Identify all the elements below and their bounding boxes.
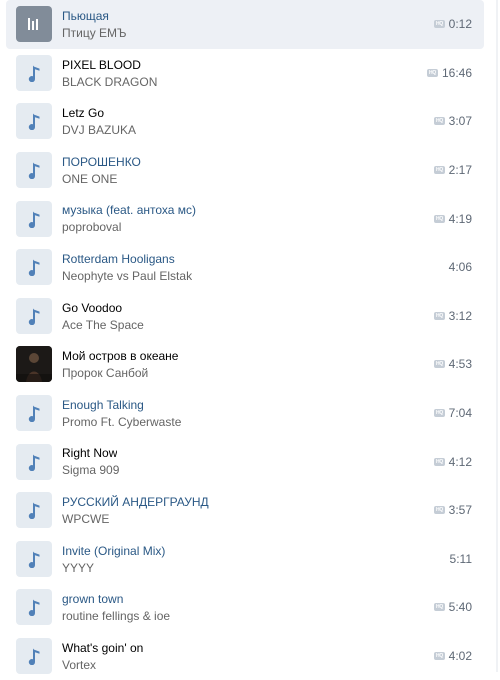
track-artist[interactable]: poproboval <box>62 220 121 235</box>
playing-bars-icon[interactable] <box>16 6 52 43</box>
track-title[interactable]: What's goin' on <box>62 641 143 656</box>
track-row[interactable]: Invite (Original Mix) YYYY 5:11 <box>6 535 484 584</box>
audio-track-list: Пьющая Птицу ЕМЪ 0:12 HQ PIXEL BLOOD BLACK DR… <box>6 0 484 680</box>
track-duration: 4:19 <box>448 211 472 226</box>
track-row[interactable]: grown town routine fellings & ioe 5:40 HQ <box>6 583 484 632</box>
track-row[interactable]: What's goin' on Vortex 4:02 HQ <box>6 632 484 680</box>
track-duration: 2:17 <box>448 163 472 178</box>
track-artist[interactable]: DVJ BAZUKA <box>62 123 136 138</box>
track-duration: 3:07 <box>448 114 472 129</box>
track-duration: 5:11 <box>449 551 472 566</box>
track-artist[interactable]: ONE ONE <box>62 172 117 187</box>
hq-badge-icon: HQ <box>434 214 445 223</box>
hq-badge-icon: HQ <box>434 360 445 369</box>
hq-badge-icon: HQ <box>434 166 445 175</box>
track-artist[interactable]: Птицу ЕМЪ <box>62 26 127 41</box>
track-row[interactable]: Go Voodoo Ace The Space 3:12 HQ <box>6 292 484 341</box>
music-note-icon[interactable] <box>16 638 52 675</box>
track-duration: 16:46 <box>441 65 472 80</box>
track-title[interactable]: Мой остров в океане <box>62 349 178 364</box>
music-note-icon[interactable] <box>16 103 52 140</box>
track-row[interactable]: Мой остров в океане Пророк Санбой 4:53 HQ <box>6 340 484 389</box>
track-row[interactable]: РУССКИЙ АНДЕРГРАУНД WPCWE 3:57 HQ <box>6 486 484 535</box>
track-title[interactable]: Letz Go <box>62 106 104 121</box>
track-duration: 3:57 <box>448 503 472 518</box>
hq-badge-icon: HQ <box>434 20 445 29</box>
track-duration: 0:12 <box>448 17 472 32</box>
music-note-icon[interactable] <box>16 249 52 286</box>
track-row[interactable]: Enough Talking Promo Ft. Cyberwaste 7:04 HQ <box>6 389 484 438</box>
track-title[interactable]: Enough Talking <box>62 398 144 413</box>
music-note-icon[interactable] <box>16 395 52 432</box>
track-artist[interactable]: Vortex <box>62 658 96 673</box>
track-title[interactable]: Rotterdam Hooligans <box>62 252 175 267</box>
track-artist[interactable]: WPCWE <box>62 512 109 527</box>
track-row[interactable]: Right Now Sigma 909 4:12 HQ <box>6 437 484 486</box>
music-note-icon[interactable] <box>16 54 52 91</box>
track-title[interactable]: Invite (Original Mix) <box>62 544 165 559</box>
track-row[interactable]: Letz Go DVJ BAZUKA 3:07 HQ <box>6 97 484 146</box>
album-cover[interactable] <box>16 346 52 383</box>
hq-badge-icon: HQ <box>434 409 445 418</box>
music-note-icon[interactable] <box>16 589 52 626</box>
track-title[interactable]: Пьющая <box>62 9 109 24</box>
track-title[interactable]: grown town <box>62 592 123 607</box>
music-note-icon[interactable] <box>16 492 52 529</box>
hq-badge-icon: HQ <box>434 311 445 320</box>
music-note-icon[interactable] <box>16 443 52 480</box>
track-title[interactable]: Go Voodoo <box>62 301 122 316</box>
track-duration: 3:12 <box>448 308 472 323</box>
track-artist[interactable]: Promo Ft. Cyberwaste <box>62 415 181 430</box>
track-artist[interactable]: routine fellings & ioe <box>62 609 170 624</box>
track-artist[interactable]: Sigma 909 <box>62 463 119 478</box>
music-note-icon[interactable] <box>16 152 52 189</box>
track-duration: 4:53 <box>448 357 472 372</box>
music-note-icon[interactable] <box>16 297 52 334</box>
scrollbar[interactable] <box>496 0 498 672</box>
track-artist[interactable]: Neophyte vs Paul Elstak <box>62 269 192 284</box>
track-row[interactable]: PIXEL BLOOD BLACK DRAGON 16:46 HQ <box>6 49 484 98</box>
hq-badge-icon: HQ <box>434 506 445 515</box>
hq-badge-icon: HQ <box>434 117 445 126</box>
track-artist[interactable]: Пророк Санбой <box>62 366 148 381</box>
track-duration: 4:12 <box>448 454 472 469</box>
track-row[interactable]: ПОРОШЕНКО ONE ONE 2:17 HQ <box>6 146 484 195</box>
track-duration: 4:06 <box>448 260 472 275</box>
hq-badge-icon: HQ <box>427 68 438 77</box>
track-title[interactable]: PIXEL BLOOD <box>62 58 141 73</box>
music-note-icon[interactable] <box>16 200 52 237</box>
hq-badge-icon: HQ <box>434 603 445 612</box>
track-row[interactable]: Rotterdam Hooligans Neophyte vs Paul Elst… <box>6 243 484 292</box>
track-title[interactable]: РУССКИЙ АНДЕРГРАУНД <box>62 495 209 510</box>
track-row[interactable]: музыка (feat. антоха мс) poproboval 4:19 HQ <box>6 194 484 243</box>
track-duration: 7:04 <box>448 406 472 421</box>
track-title[interactable]: ПОРОШЕНКО <box>62 155 141 170</box>
music-note-icon[interactable] <box>16 540 52 577</box>
hq-badge-icon: HQ <box>434 652 445 661</box>
track-artist[interactable]: BLACK DRAGON <box>62 75 157 90</box>
track-title[interactable]: музыка (feat. антоха мс) <box>62 203 196 218</box>
hq-badge-icon: HQ <box>434 457 445 466</box>
track-row[interactable]: Пьющая Птицу ЕМЪ 0:12 HQ <box>6 0 484 49</box>
track-artist[interactable]: YYYY <box>62 561 94 576</box>
track-duration: 5:40 <box>448 600 472 615</box>
track-title[interactable]: Right Now <box>62 446 117 461</box>
track-duration: 4:02 <box>448 649 472 664</box>
track-artist[interactable]: Ace The Space <box>62 318 144 333</box>
